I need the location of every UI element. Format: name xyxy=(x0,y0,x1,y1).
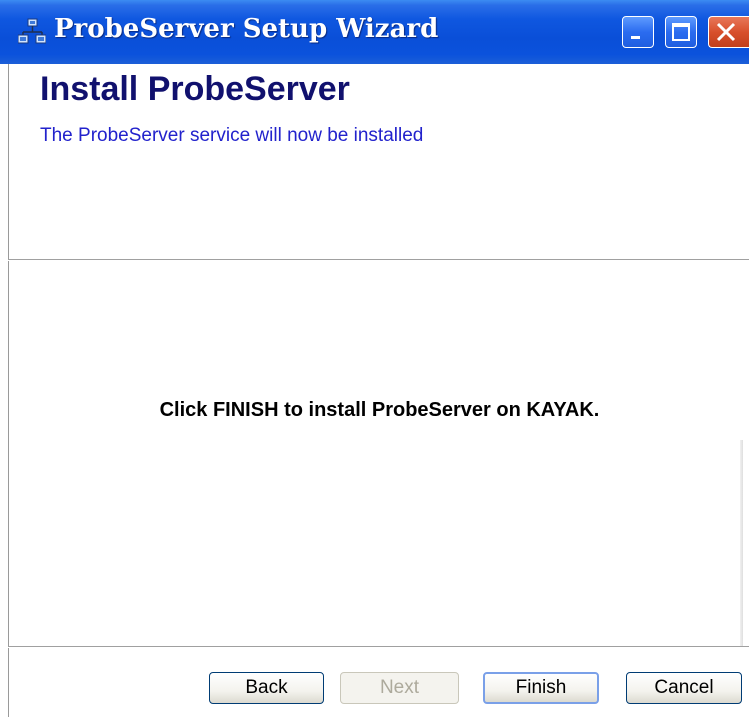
cancel-button[interactable]: Cancel xyxy=(626,672,742,704)
wizard-header: Install ProbeServer The ProbeServer serv… xyxy=(8,64,749,259)
finish-button[interactable]: Finish xyxy=(483,672,599,704)
page-subtitle: The ProbeServer service will now be inst… xyxy=(40,125,424,146)
back-button[interactable]: Back xyxy=(209,672,324,704)
title-bar[interactable]: ProbeServer Setup Wizard xyxy=(0,0,749,64)
window-title: ProbeServer Setup Wizard xyxy=(54,14,439,44)
minimize-icon xyxy=(631,36,640,39)
maximize-button[interactable] xyxy=(665,16,697,48)
next-button[interactable]: Next xyxy=(340,672,459,704)
setup-wizard-window: ProbeServer Setup Wizard Install ProbeSe… xyxy=(0,0,749,717)
close-button[interactable] xyxy=(708,16,749,48)
maximize-icon xyxy=(672,23,690,41)
network-computers-icon xyxy=(18,18,46,44)
wizard-footer: Back Next Finish Cancel xyxy=(8,648,749,717)
install-message: Click FINISH to install ProbeServer on K… xyxy=(159,399,600,421)
minimize-button[interactable] xyxy=(622,16,654,48)
wizard-content: Click FINISH to install ProbeServer on K… xyxy=(8,261,749,706)
page-title: Install ProbeServer xyxy=(40,70,350,108)
close-icon xyxy=(716,22,736,42)
scroll-edge xyxy=(740,440,743,646)
